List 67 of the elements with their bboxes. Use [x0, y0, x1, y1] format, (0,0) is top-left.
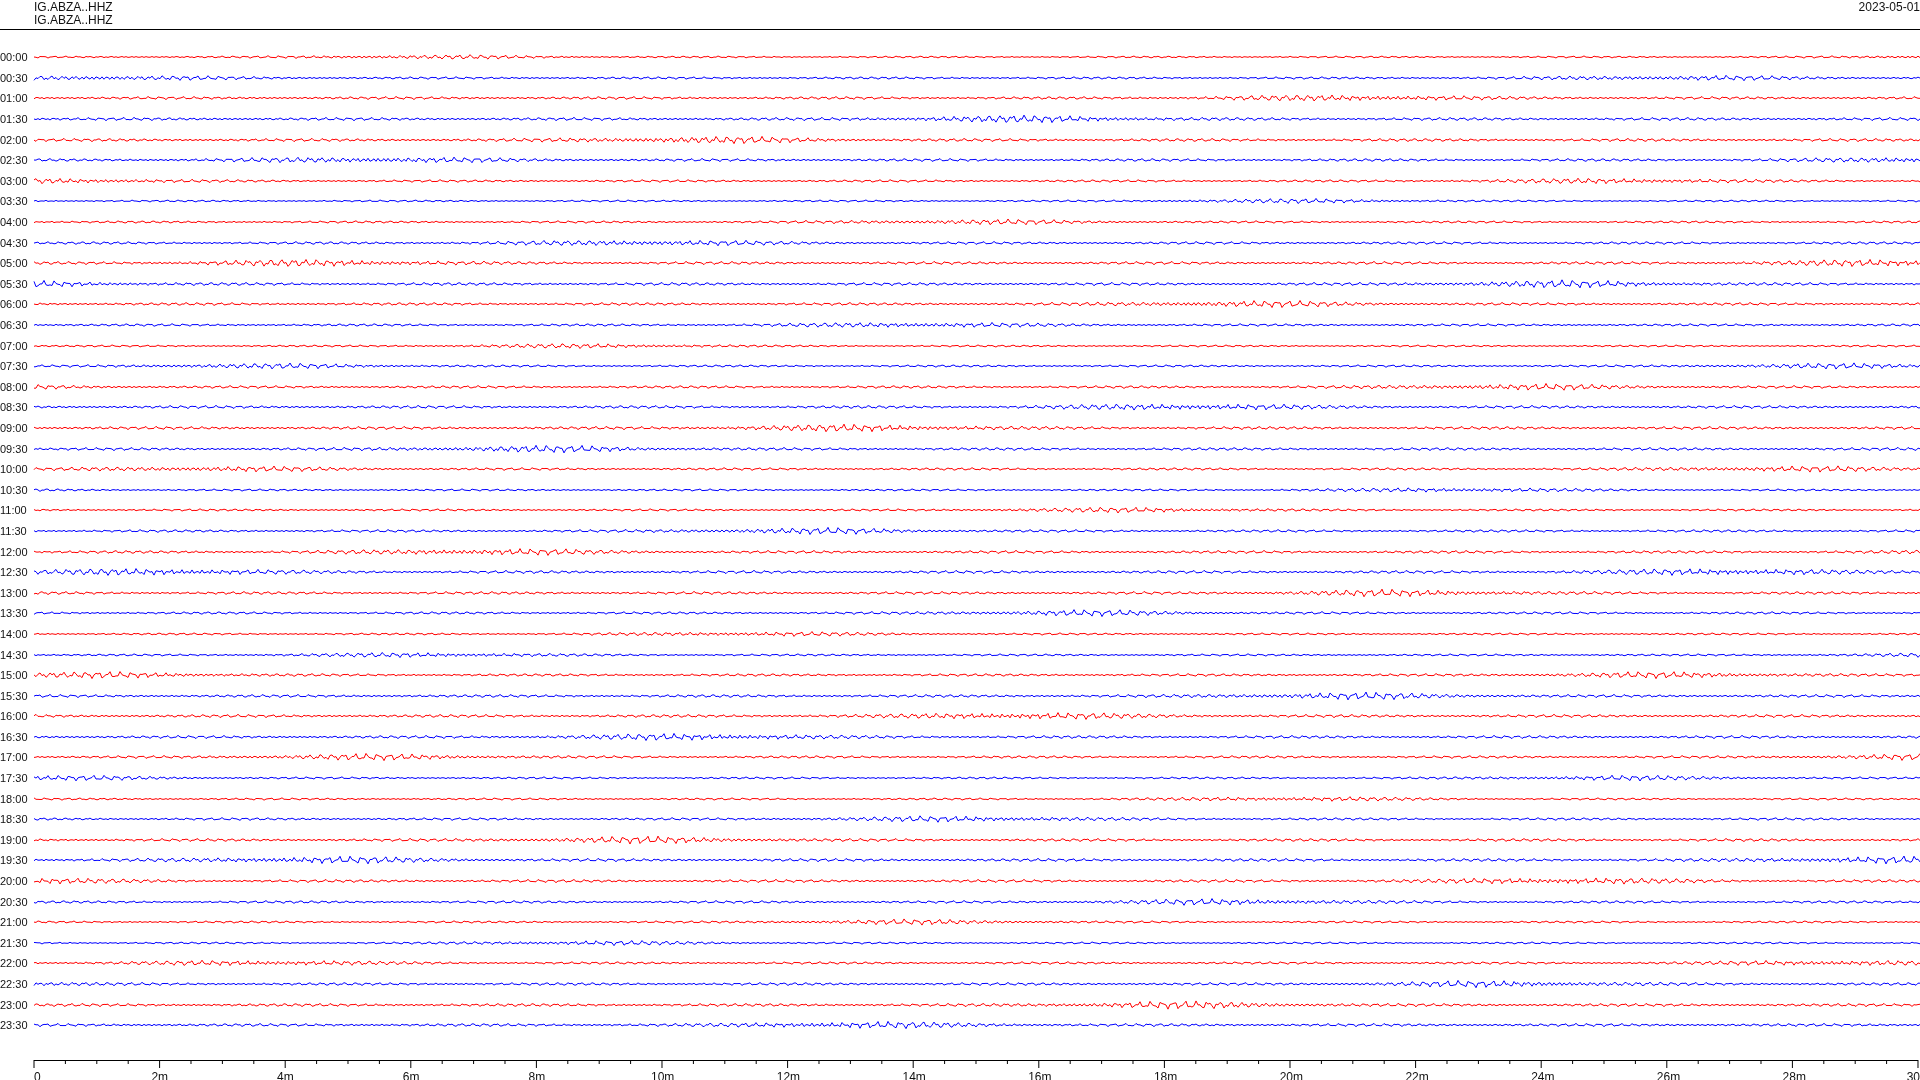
time-label: 03:00 [0, 174, 29, 187]
time-label: 19:00 [0, 833, 29, 846]
time-label: 23:00 [0, 998, 29, 1011]
tick-label: 24m [1531, 1069, 1555, 1080]
time-label: 09:30 [0, 442, 29, 455]
date-label: 2023-05-01 [1858, 1, 1920, 16]
tick-label: 8m [528, 1069, 546, 1080]
time-label: 00:00 [0, 51, 29, 64]
time-label: 08:30 [0, 401, 29, 414]
tick-label: 26m [1656, 1069, 1681, 1080]
time-label: 22:00 [0, 957, 29, 970]
time-label: 06:00 [0, 298, 29, 311]
time-label: 01:00 [0, 92, 29, 105]
time-label: 13:30 [0, 607, 29, 620]
tick-label: 6m [402, 1069, 420, 1080]
time-label: 15:30 [0, 689, 29, 702]
time-label: 11:30 [0, 524, 28, 537]
tick-label: 22m [1405, 1069, 1429, 1080]
time-label: 18:30 [0, 813, 29, 826]
time-label: 10:00 [0, 463, 29, 476]
time-label: 02:30 [0, 154, 29, 167]
time-label: 02:00 [0, 133, 29, 146]
channel-name: IG.ABZA..HHZ [34, 14, 113, 27]
time-label: 14:30 [0, 648, 29, 661]
time-label: 05:30 [0, 277, 29, 290]
tick-label: 12m [776, 1069, 801, 1080]
time-label: 09:00 [0, 422, 29, 434]
time-label: 13:00 [0, 586, 29, 599]
time-label: 06:30 [0, 319, 29, 331]
tick-label: 4m [277, 1069, 294, 1080]
tick-label: 30 [1906, 1069, 1920, 1080]
tick-label: 10m [651, 1069, 675, 1080]
time-label: 18:00 [0, 792, 29, 805]
time-label: 04:30 [0, 236, 29, 249]
time-label: 21:00 [0, 916, 29, 929]
tick-label: 28m [1782, 1069, 1806, 1080]
time-label: 17:30 [0, 772, 29, 785]
tick-label: 2m [151, 1069, 169, 1080]
time-label: 20:00 [0, 875, 29, 888]
time-label: 07:00 [0, 339, 29, 352]
time-label: 22:30 [0, 978, 29, 990]
time-label: 01:30 [0, 113, 29, 126]
tick-label: 0 [34, 1069, 41, 1080]
time-label: 12:30 [0, 566, 29, 579]
time-label: 21:30 [0, 936, 29, 949]
tick-label: 14m [902, 1069, 926, 1080]
time-label: 05:00 [0, 257, 29, 270]
tick-label: 20m [1279, 1069, 1303, 1080]
time-label: 10:30 [0, 483, 29, 496]
time-label: 16:30 [0, 730, 29, 743]
time-label: 11:00 [0, 504, 28, 517]
time-label: 12:00 [0, 545, 29, 558]
channel-name: IG.ABZA..HHZ [34, 1, 113, 14]
time-label: 08:00 [0, 380, 29, 393]
time-label: 16:00 [0, 710, 29, 723]
time-label: 07:30 [0, 360, 29, 373]
time-label: 00:30 [0, 71, 29, 84]
time-label: 20:30 [0, 895, 29, 908]
tick-label: 18m [1153, 1069, 1178, 1080]
tick-label: 16m [1028, 1069, 1052, 1080]
time-label: 19:30 [0, 854, 29, 867]
time-label: 17:00 [0, 751, 29, 764]
time-label: 04:00 [0, 216, 29, 229]
time-label: 23:30 [0, 1019, 29, 1032]
time-label: 15:00 [0, 669, 29, 682]
time-label: 03:30 [0, 195, 29, 208]
time-label: 14:00 [0, 627, 29, 640]
